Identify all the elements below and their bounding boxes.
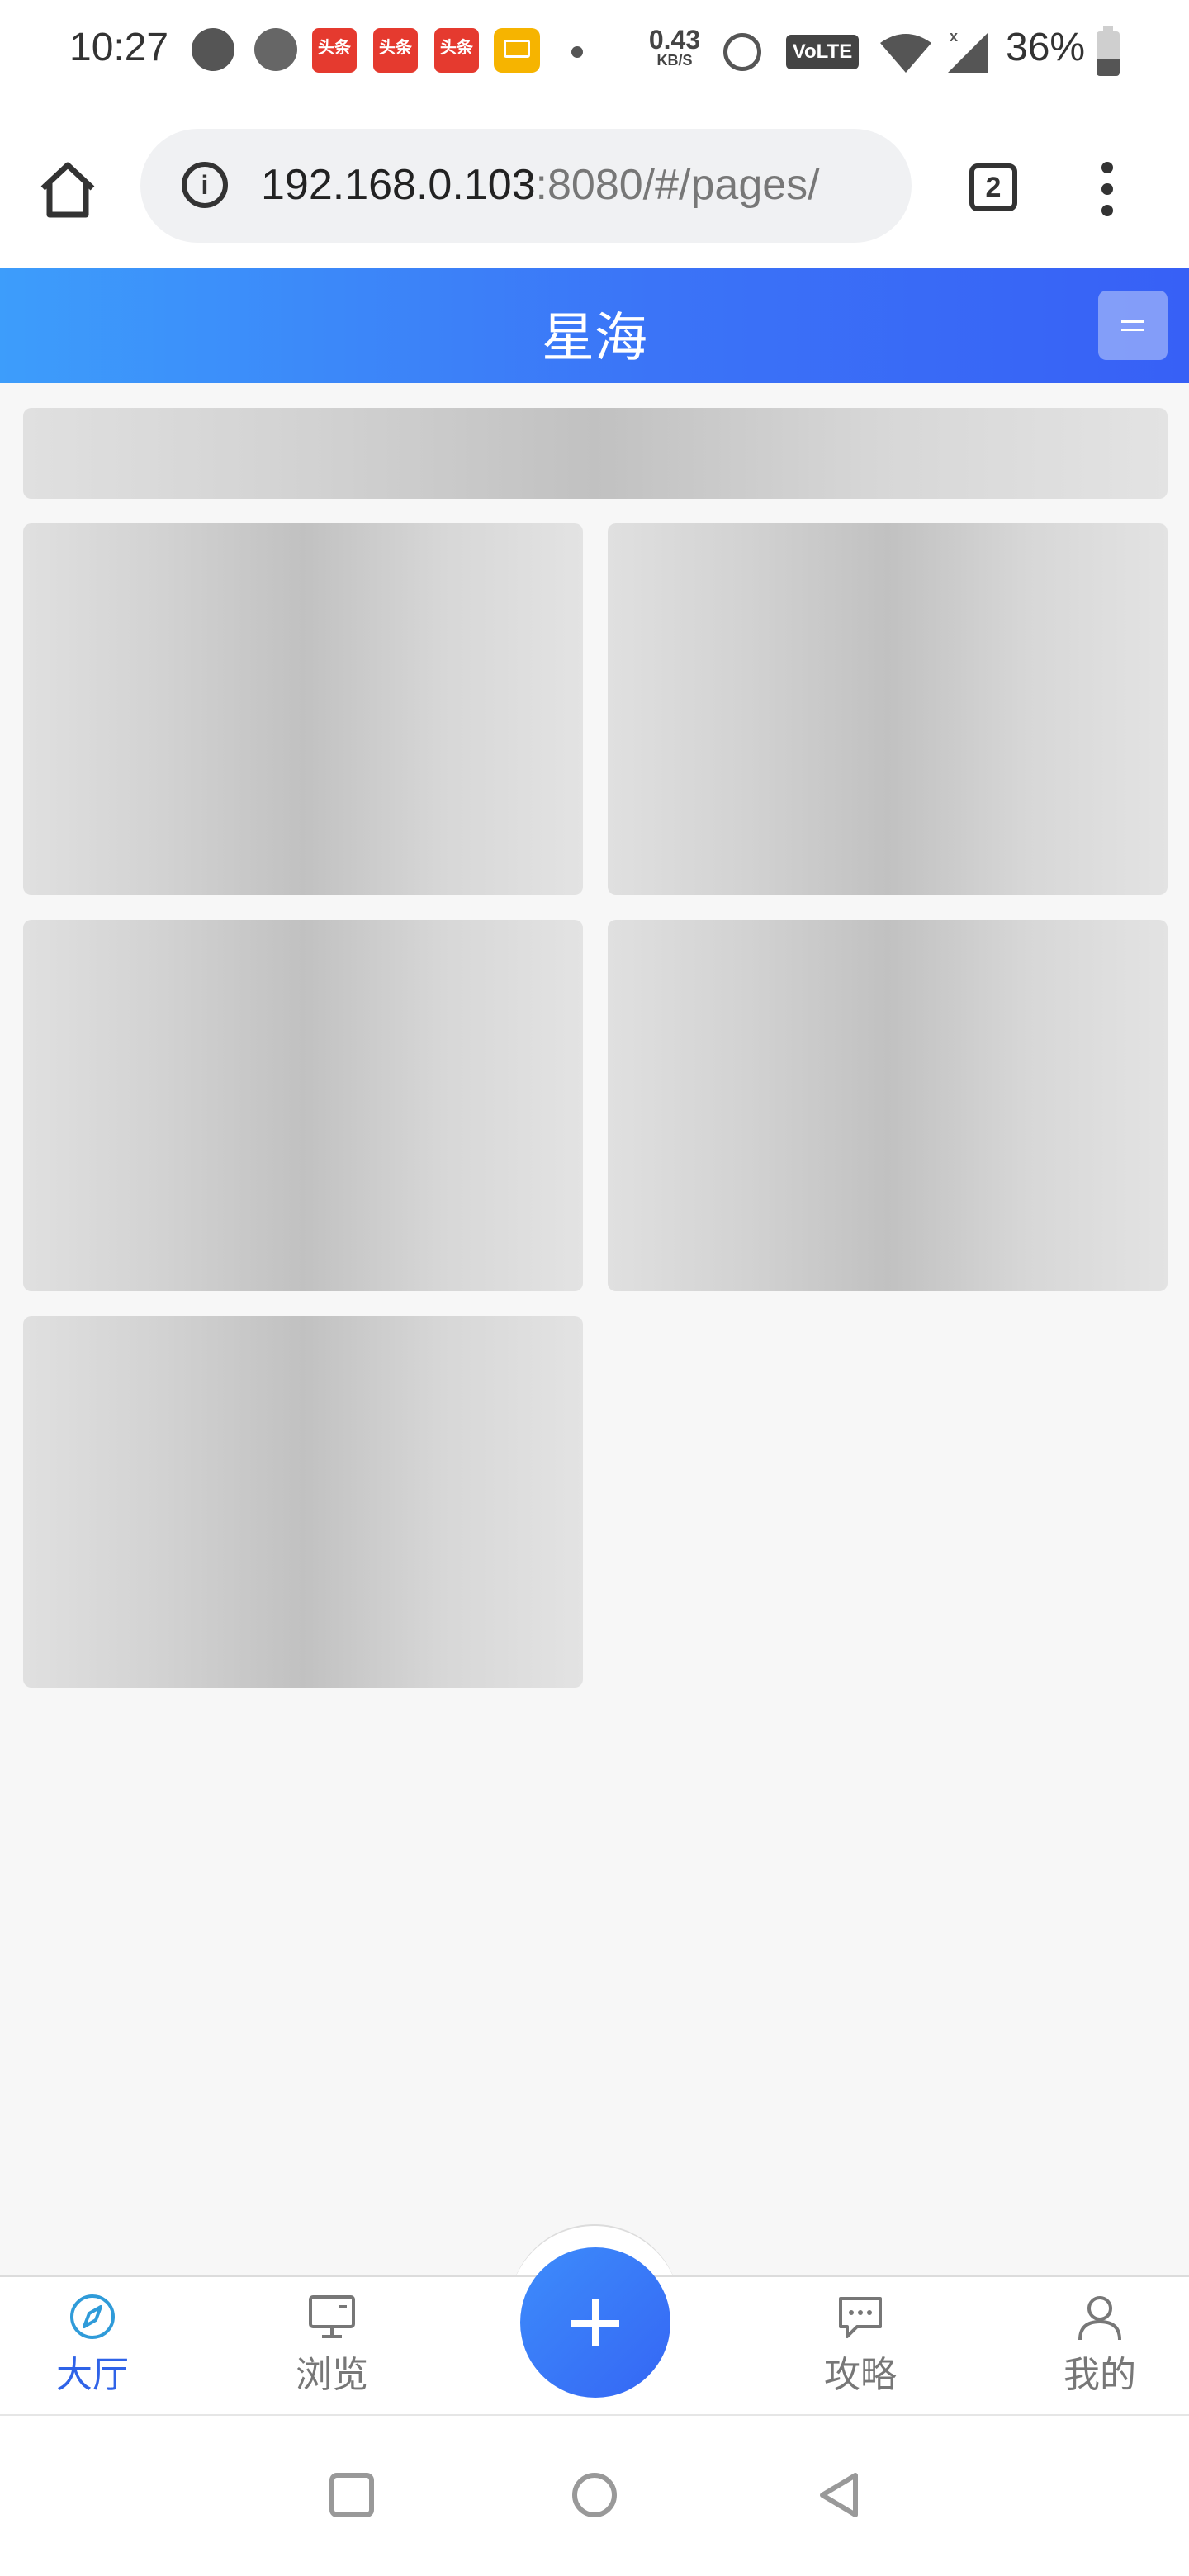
browser-toolbar: i 192.168.0.103:8080/#/pages/ 2	[0, 107, 1189, 268]
back-icon[interactable]	[814, 2470, 864, 2520]
battery-percent: 36%	[1006, 26, 1086, 69]
svg-text:x: x	[950, 28, 958, 45]
news-app-icon: 头条	[373, 28, 418, 73]
nav-label: 浏览	[296, 2354, 368, 2396]
skeleton-card	[23, 920, 583, 1291]
recent-apps-icon[interactable]	[327, 2470, 377, 2520]
news-app-icon: 头条	[312, 28, 357, 73]
tab-switcher-button[interactable]: 2	[969, 163, 1017, 211]
home-circle-icon[interactable]	[570, 2470, 619, 2520]
address-bar[interactable]: i 192.168.0.103:8080/#/pages/	[140, 129, 912, 243]
mail-icon	[494, 28, 540, 73]
compass-icon	[70, 2294, 115, 2339]
system-nav-bar	[0, 2414, 1189, 2576]
url-host: 192.168.0.103	[261, 161, 536, 209]
status-time: 10:27	[69, 26, 169, 69]
nav-label: 攻略	[824, 2354, 897, 2396]
battery-icon	[1097, 26, 1120, 76]
menu-icon	[1121, 320, 1144, 323]
network-speed-value: 0.43	[648, 25, 701, 54]
skeleton-card	[23, 1316, 583, 1688]
nav-item-browse[interactable]: 浏览	[249, 2292, 414, 2398]
page-title: 星海	[542, 308, 647, 369]
menu-icon	[1121, 329, 1144, 331]
nav-label: 大厅	[56, 2354, 129, 2396]
nav-item-hall[interactable]: 大厅	[10, 2292, 175, 2398]
browser-menu-icon[interactable]	[1095, 157, 1120, 223]
url-text[interactable]: 192.168.0.103:8080/#/pages/	[261, 160, 820, 210]
monitor-icon	[309, 2295, 355, 2338]
network-speed: 0.43 KB/S	[646, 26, 703, 68]
nav-label: 我的	[1063, 2354, 1136, 2396]
skeleton-card	[23, 523, 583, 895]
url-path: :8080/#/pages/	[535, 161, 820, 209]
person-icon	[1078, 2296, 1121, 2341]
skeleton-card	[608, 920, 1168, 1291]
network-speed-unit: KB/S	[656, 52, 693, 69]
volte-badge: VoLTE	[786, 35, 859, 69]
message-notification-icon	[254, 28, 297, 71]
status-bar: 10:27 头条 头条 头条 0.43 KB/S VoLTE x 36%	[0, 0, 1189, 107]
skeleton-banner	[23, 408, 1168, 499]
more-notifications-dot-icon	[571, 46, 583, 58]
nav-item-guide[interactable]: 攻略	[778, 2292, 943, 2398]
app-notification-icon	[192, 28, 234, 71]
add-button[interactable]	[520, 2247, 670, 2398]
wifi-icon	[880, 34, 931, 73]
skeleton-card	[608, 523, 1168, 895]
chat-icon	[839, 2297, 882, 2338]
menu-button[interactable]	[1098, 291, 1168, 360]
alarm-icon	[723, 33, 761, 71]
news-app-icon: 头条	[434, 28, 479, 73]
home-icon[interactable]	[35, 157, 101, 223]
nav-item-mine[interactable]: 我的	[1017, 2292, 1182, 2398]
app-header: 星海	[0, 268, 1189, 383]
cell-signal-icon: x	[948, 28, 988, 73]
site-info-icon[interactable]: i	[182, 162, 228, 208]
